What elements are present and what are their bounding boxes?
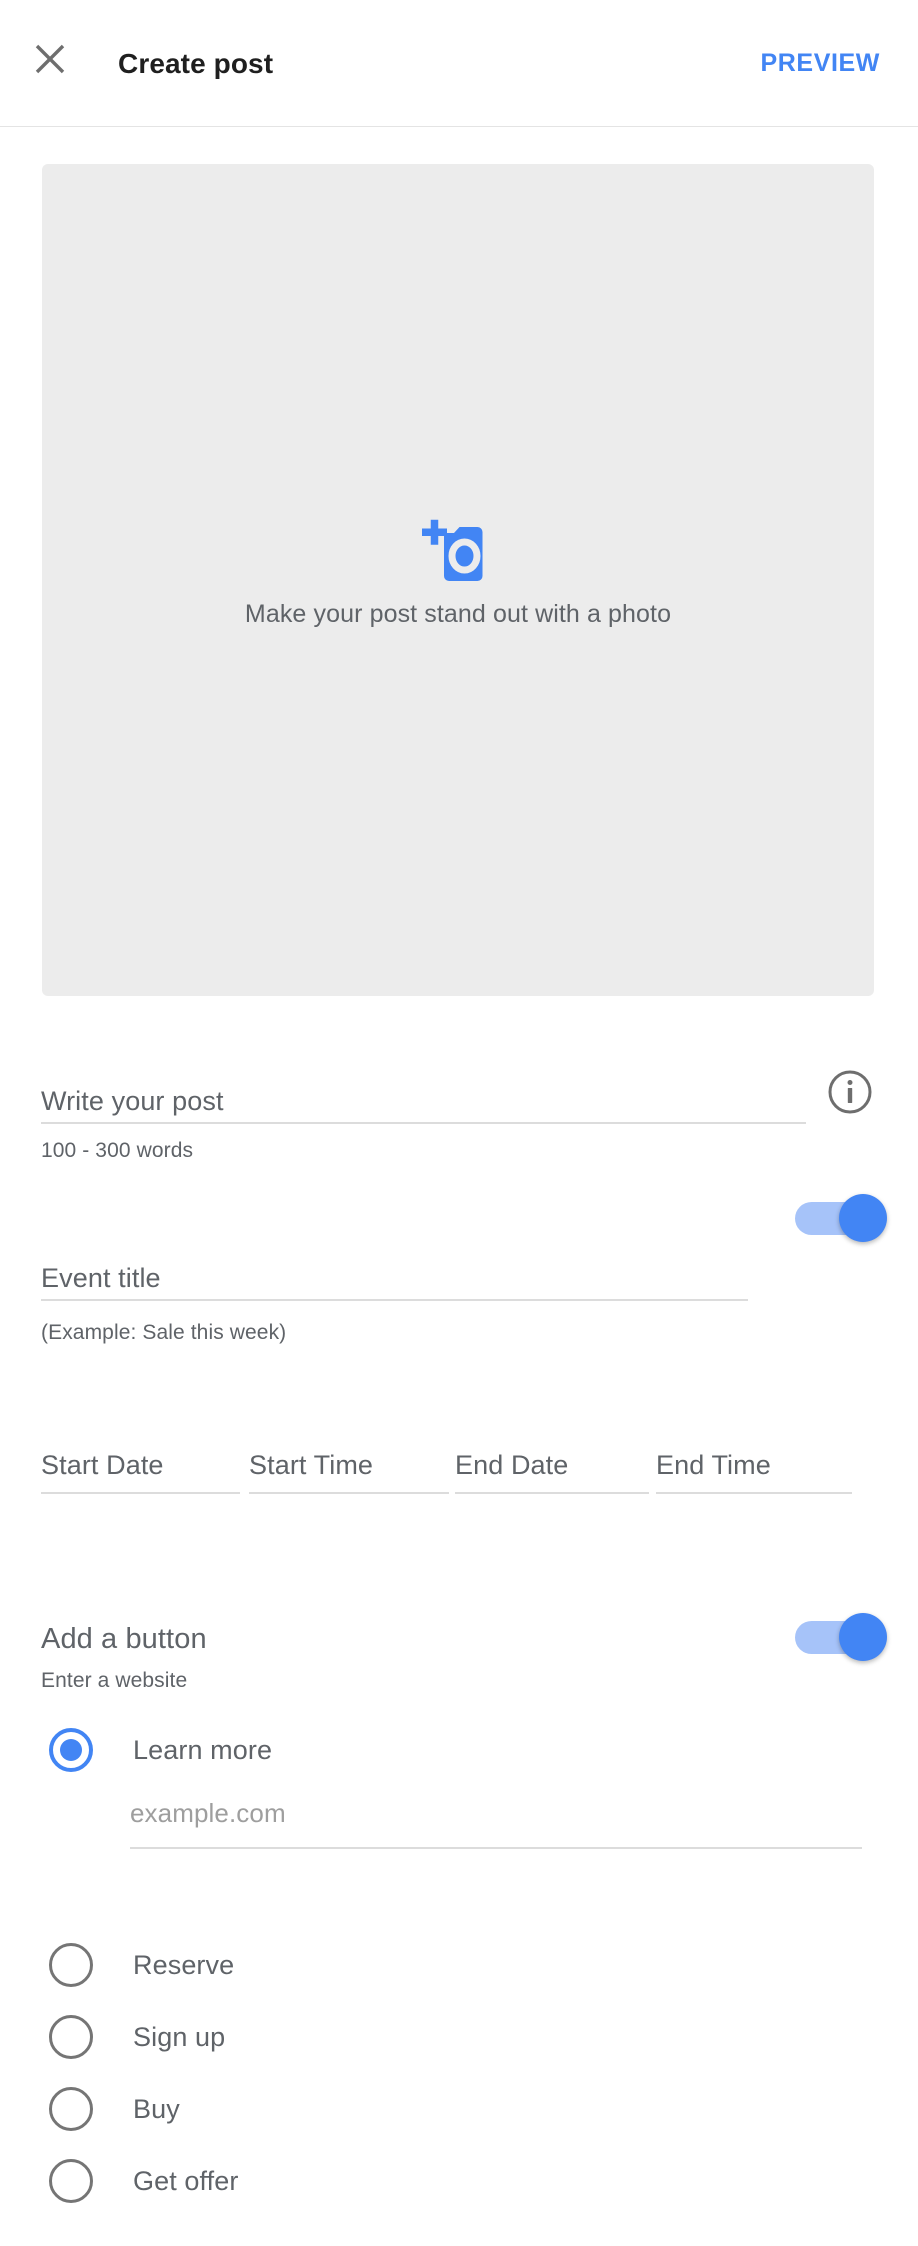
app-bar: Create post PREVIEW: [0, 0, 918, 127]
close-icon[interactable]: [24, 33, 76, 85]
post-text-field[interactable]: Write your post: [41, 1086, 806, 1124]
end-date-label: End Date: [455, 1450, 569, 1480]
toggle-thumb: [839, 1613, 887, 1661]
radio-option-reserve[interactable]: Reserve: [41, 1935, 234, 1995]
radio-icon: [41, 2151, 101, 2211]
start-time-field[interactable]: Start Time: [249, 1450, 449, 1494]
photo-upload-content: Make your post stand out with a photo: [42, 519, 874, 629]
radio-icon: [41, 2007, 101, 2067]
add-button-helper: Enter a website: [41, 1669, 188, 1692]
photo-upload-zone[interactable]: Make your post stand out with a photo: [42, 164, 874, 996]
field-underline: [41, 1122, 806, 1124]
add-a-photo-icon: [422, 519, 483, 581]
page-title: Create post: [118, 47, 274, 79]
radio-option-sign-up[interactable]: Sign up: [41, 2007, 225, 2067]
radio-icon: [41, 2079, 101, 2139]
field-underline: [656, 1492, 852, 1494]
start-time-label: Start Time: [249, 1450, 374, 1480]
start-date-field[interactable]: Start Date: [41, 1450, 240, 1494]
event-title-field[interactable]: Event title: [41, 1263, 748, 1301]
radio-option-learn-more[interactable]: Learn more: [41, 1720, 272, 1780]
radio-label: Learn more: [133, 1734, 273, 1765]
end-time-field[interactable]: End Time: [656, 1450, 852, 1494]
field-underline: [455, 1492, 649, 1494]
info-icon[interactable]: [826, 1068, 874, 1116]
website-url-placeholder: example.com: [130, 1798, 286, 1828]
website-url-field[interactable]: example.com: [130, 1798, 862, 1849]
end-date-field[interactable]: End Date: [455, 1450, 649, 1494]
field-underline: [41, 1299, 748, 1301]
start-date-label: Start Date: [41, 1450, 164, 1480]
event-toggle[interactable]: [795, 1194, 887, 1242]
event-title-placeholder: Event title: [41, 1263, 161, 1293]
radio-option-get-offer[interactable]: Get offer: [41, 2151, 238, 2211]
end-time-label: End Time: [656, 1450, 771, 1480]
post-text-helper: 100 - 300 words: [41, 1139, 194, 1162]
event-title-helper: (Example: Sale this week): [41, 1321, 287, 1344]
toggle-thumb: [839, 1194, 887, 1242]
field-underline: [41, 1492, 240, 1494]
radio-icon: [41, 1935, 101, 1995]
field-underline: [249, 1492, 449, 1494]
preview-button[interactable]: PREVIEW: [761, 0, 881, 127]
post-text-placeholder: Write your post: [41, 1086, 224, 1116]
photo-hint-text: Make your post stand out with a photo: [244, 600, 672, 628]
radio-label: Buy: [133, 2093, 180, 2124]
create-post-screen: Create post PREVIEW Make your post stand…: [0, 0, 918, 2246]
radio-label: Get offer: [133, 2165, 239, 2196]
radio-icon-checked: [41, 1720, 101, 1780]
field-underline: [130, 1847, 862, 1849]
add-button-toggle[interactable]: [795, 1613, 887, 1661]
radio-label: Sign up: [133, 2021, 226, 2052]
add-button-title: Add a button: [41, 1623, 207, 1655]
radio-option-buy[interactable]: Buy: [41, 2079, 180, 2139]
radio-label: Reserve: [133, 1949, 235, 1980]
